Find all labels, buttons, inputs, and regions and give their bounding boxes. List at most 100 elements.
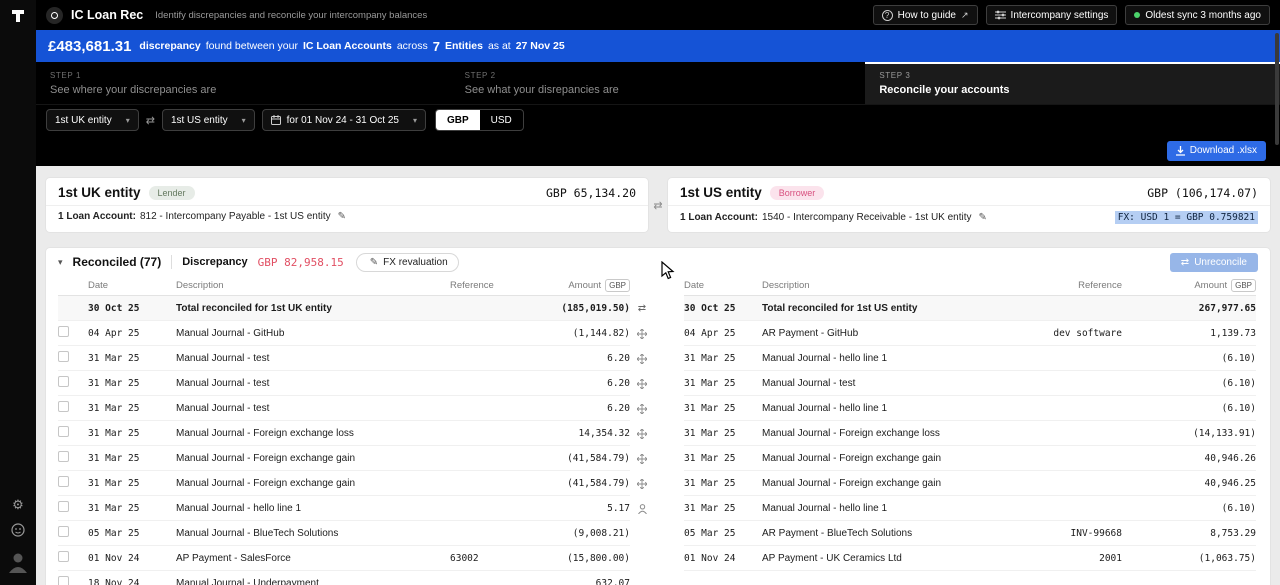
table-row[interactable]: 31 Mar 25 Manual Journal - test 6.20 [58, 371, 630, 396]
table-row[interactable]: 31 Mar 25 Manual Journal - Foreign exchan… [684, 421, 1256, 446]
match-icon[interactable] [637, 453, 647, 464]
swap-cards-icon[interactable]: ⇄ [648, 178, 668, 232]
download-label: Download .xlsx [1189, 145, 1257, 156]
entity-card-right: 1st US entity Borrower GBP (106,174.07) … [668, 178, 1270, 232]
row-checkbox[interactable] [58, 501, 69, 512]
cell-amount: 14,354.32 [578, 427, 630, 439]
cell-reference: INV-99668 [1070, 527, 1122, 539]
table-row[interactable]: 01 Nov 24 AP Payment - UK Ceramics Ltd 200… [684, 546, 1256, 571]
table-row[interactable]: 31 Mar 25 Manual Journal - test 6.20 [58, 396, 630, 421]
discrepancy-label: Discrepancy [182, 256, 248, 268]
cell-amount: 5.17 [607, 502, 630, 514]
row-checkbox[interactable] [58, 526, 69, 537]
entity-to-select[interactable]: 1st US entity ▾ [161, 109, 255, 131]
borrower-badge: Borrower [769, 185, 825, 200]
table-row[interactable]: 31 Mar 25 Manual Journal - test 6.20 [58, 346, 630, 371]
help-face-icon[interactable] [11, 523, 25, 539]
amount-column-header: Amount [1194, 280, 1228, 291]
cell-amount: (6.10) [1221, 377, 1256, 389]
match-icon[interactable] [637, 328, 647, 339]
step-3-tab[interactable]: STEP 3 Reconcile your accounts [865, 62, 1280, 104]
match-icon[interactable] [637, 403, 647, 414]
edit-pencil-icon[interactable]: ✎ [338, 211, 346, 222]
entity-from-select[interactable]: 1st UK entity ▾ [46, 109, 139, 131]
table-row[interactable]: 05 Mar 25 AR Payment - BlueTech Solutions… [684, 521, 1256, 546]
table-row[interactable]: 31 Mar 25 Manual Journal - Foreign exchan… [684, 471, 1256, 496]
how-to-guide-button[interactable]: ? How to guide ↗ [872, 5, 978, 25]
date-range-select[interactable]: for 01 Nov 24 - 31 Oct 25 ▾ [261, 109, 426, 131]
row-checkbox[interactable] [58, 401, 69, 412]
intercompany-settings-button[interactable]: Intercompany settings [985, 5, 1118, 25]
vertical-scrollbar[interactable] [1275, 33, 1279, 145]
cell-description: Manual Journal - hello line 1 [762, 352, 888, 364]
content-area: 1st UK entity Lender GBP 65,134.20 1 Loa… [36, 166, 1280, 585]
table-row[interactable]: 30 Oct 25 Total reconciled for 1st UK ent… [58, 296, 630, 321]
table-row[interactable]: 01 Nov 24 AP Payment - SalesForce 63002 (15… [58, 546, 630, 571]
cell-date: 01 Nov 24 [684, 552, 736, 564]
table-row[interactable]: 30 Oct 25 Total reconciled for 1st US ent… [684, 296, 1256, 321]
cell-amount: (15,800.00) [567, 552, 630, 564]
discrepancy-amount: GBP 82,958.15 [257, 255, 344, 269]
table-row[interactable]: 31 Mar 25 Manual Journal - hello line 1 (6… [684, 346, 1256, 371]
banner-discrepancy-word: discrepancy [139, 40, 201, 52]
fx-revaluation-button[interactable]: ✎ FX revaluation [355, 252, 459, 272]
cell-amount: (6.10) [1221, 502, 1256, 514]
table-row[interactable]: 31 Mar 25 Manual Journal - hello line 1 (6… [684, 496, 1256, 521]
user-avatar[interactable] [8, 551, 28, 575]
row-checkbox[interactable] [58, 551, 69, 562]
settings-gear-icon[interactable]: ⚙ [12, 498, 24, 511]
currency-usd-option[interactable]: USD [480, 110, 523, 130]
match-icon[interactable] [637, 378, 647, 389]
swap-entities-icon[interactable]: ⇄ [146, 114, 155, 127]
entity-balance: GBP 65,134.20 [545, 185, 636, 200]
entity-from-value: 1st UK entity [55, 114, 112, 126]
cell-description: Manual Journal - Foreign exchange loss [176, 427, 354, 439]
unreconcile-button[interactable]: ⇄ Unreconcile [1169, 252, 1258, 272]
table-row[interactable]: 18 Nov 24 Manual Journal - Underpayment 63… [58, 571, 630, 585]
match-icon[interactable] [637, 478, 647, 489]
table-row[interactable]: 31 Mar 25 Manual Journal - Foreign exchan… [58, 446, 630, 471]
fx-revaluation-label: FX revaluation [383, 256, 448, 268]
cell-description: AP Payment - SalesForce [176, 552, 291, 564]
loan-account-label: 1 Loan Account: [58, 211, 136, 222]
collapse-chevron-icon[interactable]: ▾ [58, 257, 63, 268]
row-checkbox[interactable] [58, 426, 69, 437]
table-row[interactable]: 31 Mar 25 Manual Journal - Foreign exchan… [684, 446, 1256, 471]
step-2-tab[interactable]: STEP 2 See what your disrepancies are [451, 62, 866, 104]
table-row[interactable]: 04 Apr 25 Manual Journal - GitHub (1,144.8… [58, 321, 630, 346]
top-bar: IC Loan Rec Identify discrepancies and r… [36, 0, 1280, 30]
match-icon[interactable] [637, 428, 647, 439]
currency-toggle: GBP USD [434, 109, 524, 131]
table-row[interactable]: 31 Mar 25 Manual Journal - test (6.10) [684, 371, 1256, 396]
match-icon[interactable] [637, 353, 647, 364]
cell-description: Manual Journal - Foreign exchange gain [762, 452, 941, 464]
step-1-tab[interactable]: STEP 1 See where your discrepancies are [36, 62, 451, 104]
cell-date: 31 Mar 25 [684, 452, 736, 464]
table-row[interactable]: 31 Mar 25 Manual Journal - hello line 1 5.… [58, 496, 630, 521]
edit-pencil-icon[interactable]: ✎ [979, 212, 987, 223]
cell-date: 31 Mar 25 [88, 377, 140, 389]
app-subtitle: Identify discrepancies and reconcile you… [155, 9, 428, 21]
row-checkbox[interactable] [58, 576, 69, 585]
row-checkbox[interactable] [58, 351, 69, 362]
swap-row-icon[interactable]: ⇄ [638, 303, 646, 314]
table-row[interactable]: 31 Mar 25 Manual Journal - hello line 1 (6… [684, 396, 1256, 421]
row-checkbox[interactable] [58, 326, 69, 337]
step-1-label: See where your discrepancies are [50, 84, 217, 96]
app-logo-icon[interactable] [10, 8, 26, 24]
table-row[interactable]: 31 Mar 25 Manual Journal - Foreign exchan… [58, 421, 630, 446]
sync-status-button[interactable]: Oldest sync 3 months ago [1125, 5, 1270, 25]
table-row[interactable]: 05 Mar 25 Manual Journal - BlueTech Solut… [58, 521, 630, 546]
currency-gbp-option[interactable]: GBP [435, 110, 480, 130]
reconciled-count-label[interactable]: Reconciled (77) [73, 255, 162, 269]
user-icon[interactable] [637, 503, 647, 514]
row-checkbox[interactable] [58, 451, 69, 462]
reconciled-header: ▾ Reconciled (77) Discrepancy GBP 82,958… [46, 248, 1270, 276]
cell-date: 04 Apr 25 [88, 327, 140, 339]
download-xlsx-button[interactable]: Download .xlsx [1166, 140, 1266, 161]
row-checkbox[interactable] [58, 476, 69, 487]
entity-name: 1st US entity [680, 185, 762, 200]
row-checkbox[interactable] [58, 376, 69, 387]
table-row[interactable]: 31 Mar 25 Manual Journal - Foreign exchan… [58, 471, 630, 496]
table-row[interactable]: 04 Apr 25 AR Payment - GitHub dev software… [684, 321, 1256, 346]
